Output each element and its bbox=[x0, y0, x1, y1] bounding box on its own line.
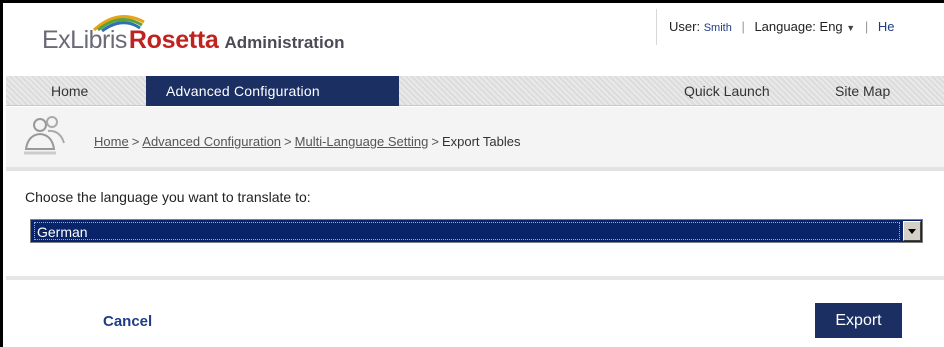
breadcrumb-separator: > bbox=[284, 134, 292, 149]
main-nav: Home Advanced Configuration Quick Launch… bbox=[6, 76, 944, 106]
language-selector[interactable]: Eng ▼ bbox=[820, 19, 856, 34]
choose-language-label: Choose the language you want to translat… bbox=[25, 189, 311, 205]
user-label: User: bbox=[669, 19, 701, 34]
app-window: ExLibrisRosetta Administration User: Smit… bbox=[0, 0, 944, 347]
chevron-down-icon: ▼ bbox=[846, 23, 856, 33]
users-icon bbox=[24, 116, 65, 155]
breadcrumb-home[interactable]: Home bbox=[94, 134, 129, 149]
nav-home[interactable]: Home bbox=[51, 76, 88, 106]
userbar-divider: | bbox=[864, 19, 869, 34]
breadcrumb-current: Export Tables bbox=[441, 134, 521, 149]
language-select[interactable]: German bbox=[30, 219, 923, 243]
nav-quick-launch[interactable]: Quick Launch bbox=[684, 76, 770, 106]
language-label: Language: bbox=[754, 19, 816, 34]
breadcrumb-separator: > bbox=[431, 134, 439, 149]
export-button[interactable]: Export bbox=[815, 303, 902, 338]
user-bar: User: Smith | Language: Eng ▼ | He bbox=[656, 9, 944, 45]
logo-swoosh-icon bbox=[92, 15, 145, 32]
logo: ExLibrisRosetta Administration bbox=[42, 15, 345, 62]
breadcrumb-multi-language-setting[interactable]: Multi-Language Setting bbox=[295, 134, 429, 149]
language-value: Eng bbox=[819, 19, 843, 34]
language-select-value: German bbox=[34, 222, 900, 240]
logo-administration: Administration bbox=[224, 33, 345, 52]
dropdown-arrow-icon[interactable] bbox=[903, 221, 921, 241]
breadcrumb: Home > Advanced Configuration > Multi-Langua… bbox=[94, 134, 520, 149]
nav-advanced-configuration[interactable]: Advanced Configuration bbox=[146, 76, 399, 106]
user-name-link[interactable]: Smith bbox=[704, 22, 732, 34]
breadcrumb-bar: Home > Advanced Configuration > Multi-Langua… bbox=[6, 107, 944, 171]
breadcrumb-advanced-configuration[interactable]: Advanced Configuration bbox=[142, 134, 281, 149]
header: ExLibrisRosetta Administration User: Smit… bbox=[6, 6, 944, 63]
userbar-divider: | bbox=[741, 19, 745, 34]
breadcrumb-separator: > bbox=[131, 134, 140, 149]
help-link[interactable]: He bbox=[878, 19, 895, 34]
divider bbox=[6, 276, 944, 280]
nav-site-map[interactable]: Site Map bbox=[835, 76, 890, 106]
cancel-button[interactable]: Cancel bbox=[103, 313, 152, 330]
